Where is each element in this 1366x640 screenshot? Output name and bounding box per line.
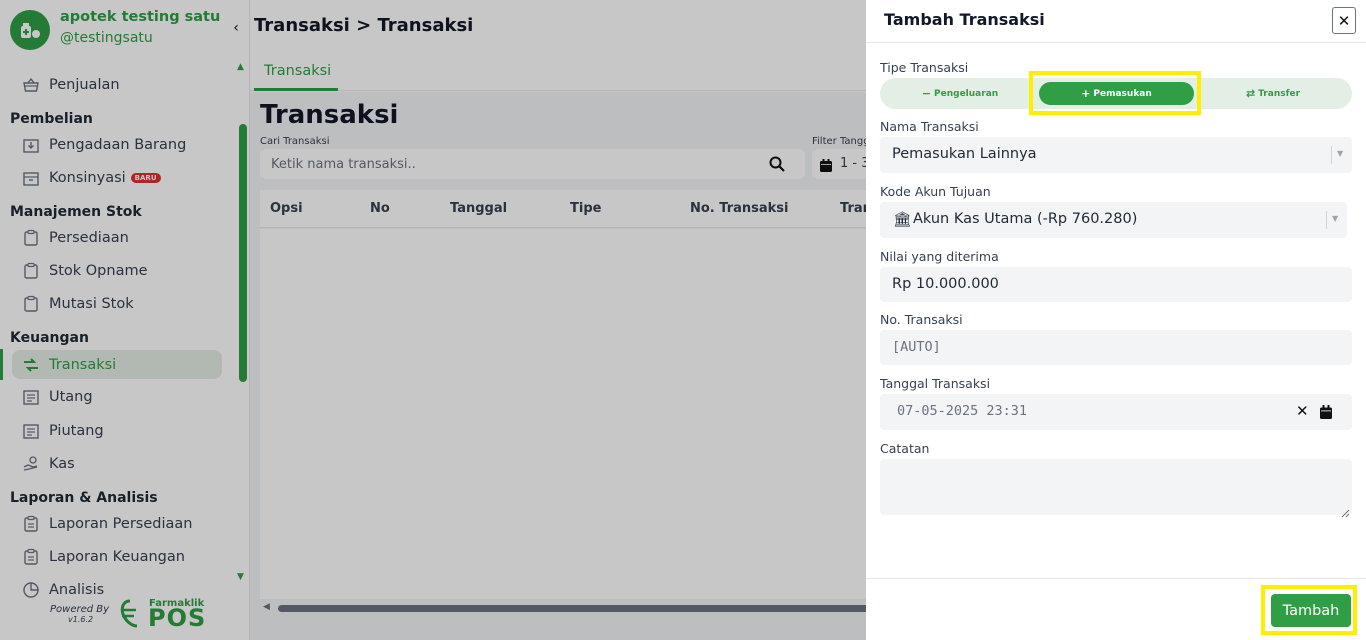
option-label: Transfer (1258, 88, 1301, 99)
chevron-down-icon[interactable]: ▼ (1332, 214, 1338, 223)
kode-akun-tujuan-select[interactable]: 🏛 Akun Kas Utama (-Rp 760.280) ▼ (880, 202, 1347, 238)
tambah-button[interactable]: Tambah (1271, 594, 1351, 627)
close-icon[interactable]: ✕ (1332, 7, 1356, 34)
kode-akun-tujuan-label: Kode Akun Tujuan (880, 184, 991, 199)
modal-title: Tambah Transaksi (884, 10, 1045, 29)
no-transaksi-value: [AUTO] (892, 339, 941, 355)
tanggal-transaksi-label: Tanggal Transaksi (880, 376, 991, 391)
nama-transaksi-label: Nama Transaksi (880, 119, 979, 134)
modal-header: Tambah Transaksi ✕ (866, 0, 1366, 43)
tipe-transaksi-label: Tipe Transaksi (880, 60, 969, 75)
nilai-label: Nilai yang diterima (880, 249, 999, 264)
dropdown-separator (1331, 146, 1332, 164)
catatan-textarea[interactable] (880, 459, 1352, 518)
tanggal-transaksi-value: 07-05-2025 23:31 (897, 403, 1028, 419)
nama-transaksi-select[interactable]: Pemasukan Lainnya ▼ (880, 137, 1352, 173)
no-transaksi-label: No. Transaksi (880, 312, 963, 327)
catatan-label: Catatan (880, 441, 930, 456)
kode-akun-tujuan-value: Akun Kas Utama (-Rp 760.280) (913, 211, 1138, 227)
highlight-box (1029, 71, 1201, 115)
tipe-transfer-option[interactable]: ⇄ Transfer (1194, 78, 1352, 109)
minus-icon: − (921, 87, 932, 100)
tanggal-transaksi-input[interactable]: 07-05-2025 23:31 ✕ (880, 394, 1352, 430)
nilai-input[interactable]: Rp 10.000.000 (880, 267, 1352, 302)
chevron-down-icon[interactable]: ▼ (1337, 149, 1343, 158)
modal-backdrop[interactable] (0, 0, 866, 640)
option-label: Pengeluaran (934, 88, 999, 99)
clear-date-icon[interactable]: ✕ (1296, 402, 1309, 420)
add-transaction-modal: Tambah Transaksi ✕ Tipe Transaksi − Peng… (866, 0, 1366, 640)
modal-footer: Tambah (866, 578, 1366, 640)
nama-transaksi-value: Pemasukan Lainnya (892, 146, 1037, 162)
calendar-icon[interactable] (1320, 404, 1332, 419)
nilai-value: Rp 10.000.000 (892, 276, 999, 292)
transfer-arrows-icon: ⇄ (1245, 87, 1256, 100)
dropdown-separator (1326, 211, 1327, 229)
bank-icon: 🏛 (893, 212, 912, 228)
tipe-pengeluaran-option[interactable]: − Pengeluaran (880, 78, 1040, 109)
no-transaksi-input[interactable]: [AUTO] (880, 330, 1352, 365)
resize-handle-icon[interactable] (1341, 503, 1350, 518)
